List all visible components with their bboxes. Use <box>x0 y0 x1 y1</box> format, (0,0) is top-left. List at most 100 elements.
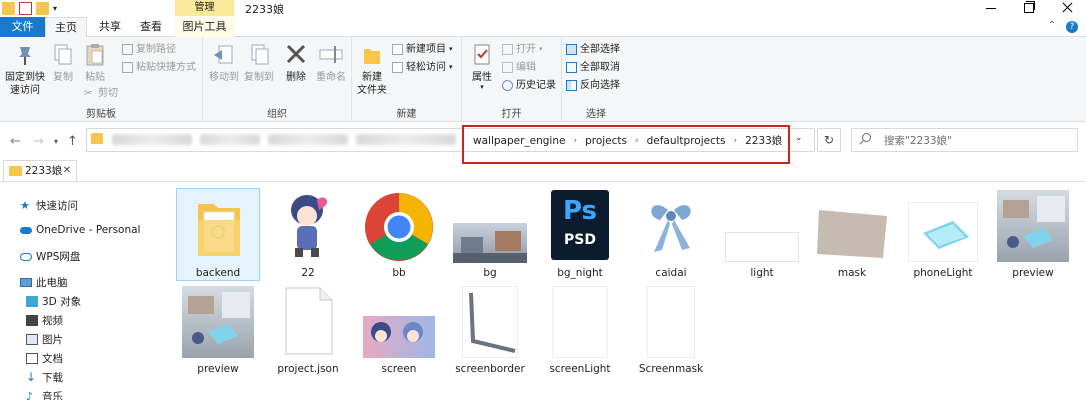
file-item-light[interactable]: light <box>719 190 805 280</box>
computer-icon <box>20 278 32 287</box>
quick-access-toolbar: ▾ <box>2 2 57 15</box>
properties-button[interactable]: 属性 ▾ <box>465 41 499 91</box>
image-thumbnail <box>815 208 889 260</box>
file-item-phonelight[interactable]: phoneLight <box>900 190 986 280</box>
help-icon[interactable]: ? <box>1066 21 1078 33</box>
back-arrow-icon[interactable]: ← <box>10 134 21 149</box>
history-icon <box>502 80 513 91</box>
rename-icon <box>317 41 345 69</box>
easy-access-button[interactable]: 轻松访问 ▾ <box>392 61 453 74</box>
ribbon-tab-bar: 文件 主页 共享 查看 图片工具 ⌃ ? <box>0 17 1086 38</box>
edit-label: 编辑 <box>516 62 536 73</box>
paste-button[interactable]: 粘贴 <box>80 41 110 84</box>
refresh-button[interactable]: ↻ <box>817 128 841 152</box>
copy-to-button[interactable]: 复制到 <box>241 41 277 84</box>
file-name: screenLight <box>549 363 611 375</box>
clipboard-group: 固定到快 速访问 复制 粘贴 复制路径 粘贴快捷方式 ✂ 剪切 剪贴板 <box>0 37 203 122</box>
tab-file[interactable]: 文件 <box>0 17 45 37</box>
delete-button[interactable]: 删除 <box>281 41 311 84</box>
cut-button[interactable]: ✂ 剪切 <box>84 87 118 100</box>
file-item-project-json[interactable]: project.json <box>265 286 351 376</box>
file-item-22[interactable]: 22 <box>265 190 351 280</box>
sidebar-item-videos[interactable]: 视频 <box>26 313 63 328</box>
sidebar-item-wps[interactable]: WPS网盘 <box>20 249 80 264</box>
file-item-backend[interactable]: backend <box>175 190 261 280</box>
cut-label: 剪切 <box>98 88 118 99</box>
video-icon <box>26 315 38 326</box>
ribbon: 固定到快 速访问 复制 粘贴 复制路径 粘贴快捷方式 ✂ 剪切 剪贴板 移动到 … <box>0 37 1086 122</box>
open-group: 属性 ▾ 打开 ▾ 编辑 历史记录 打开 <box>462 37 562 122</box>
folder-icon[interactable] <box>2 2 15 15</box>
pin-label: 固定到快 速访问 <box>5 72 45 96</box>
pin-quick-access-button[interactable]: 固定到快 速访问 <box>4 41 46 97</box>
organize-group: 移动到 复制到 删除 重命名 组织 <box>203 37 352 122</box>
tab-view[interactable]: 查看 <box>134 17 168 37</box>
tab-home[interactable]: 主页 <box>45 17 87 38</box>
file-item-screen[interactable]: screen <box>356 286 442 376</box>
chevron-down-icon[interactable]: ⌄ <box>795 133 803 143</box>
qat-dropdown-icon[interactable]: ▾ <box>53 2 57 15</box>
new-folder-icon[interactable] <box>36 2 49 15</box>
history-button[interactable]: 历史记录 <box>502 79 556 92</box>
move-to-button[interactable]: 移动到 <box>206 41 242 84</box>
properties-icon <box>468 41 496 69</box>
edit-button[interactable]: 编辑 <box>502 61 536 74</box>
sidebar-item-this-pc[interactable]: 此电脑 <box>20 275 68 290</box>
properties-icon[interactable] <box>19 2 32 15</box>
select-none-icon <box>566 62 577 73</box>
sidebar-item-3d-objects[interactable]: 3D 对象 <box>26 294 81 309</box>
copy-to-icon <box>245 41 273 69</box>
dropdown-icon: ▾ <box>539 45 543 53</box>
invert-selection-button[interactable]: 反向选择 <box>566 79 620 92</box>
recent-dropdown-icon[interactable]: ▾ <box>54 137 58 146</box>
file-item-screenmask[interactable]: Screenmask <box>628 286 714 376</box>
sidebar-item-label: 音乐 <box>42 391 63 400</box>
folder-icon <box>91 133 103 144</box>
open-button[interactable]: 打开 ▾ <box>502 43 543 56</box>
select-all-button[interactable]: 全部选择 <box>566 43 620 56</box>
new-item-button[interactable]: 新建项目 ▾ <box>392 43 453 56</box>
tab-picture-tools[interactable]: 图片工具 <box>175 17 234 37</box>
invert-selection-label: 反向选择 <box>580 80 620 91</box>
close-button[interactable] <box>1048 0 1086 16</box>
file-item-bb[interactable]: bb <box>356 190 442 280</box>
paste-shortcut-button[interactable]: 粘贴快捷方式 <box>122 61 196 74</box>
file-item-preview-2[interactable]: preview <box>175 286 261 376</box>
file-item-bg[interactable]: bg <box>447 190 533 280</box>
sidebar-item-music[interactable]: ♪ 音乐 <box>26 389 63 400</box>
minimize-ribbon-icon[interactable]: ⌃ <box>1048 20 1056 31</box>
image-thumbnail <box>453 223 527 263</box>
minimize-button[interactable] <box>972 0 1010 16</box>
up-arrow-icon[interactable]: ↑ <box>67 134 78 149</box>
restore-button[interactable] <box>1010 0 1048 16</box>
copy-button[interactable]: 复制 <box>48 41 78 84</box>
divider <box>0 181 1086 182</box>
new-item-label: 新建项目 <box>406 44 446 55</box>
sidebar-item-downloads[interactable]: ↓ 下载 <box>26 370 63 385</box>
paste-shortcut-label: 粘贴快捷方式 <box>136 62 196 73</box>
copy-path-button[interactable]: 复制路径 <box>122 43 176 56</box>
select-none-button[interactable]: 全部取消 <box>566 61 620 74</box>
sidebar-item-pictures[interactable]: 图片 <box>26 332 63 347</box>
close-tab-icon[interactable]: ✕ <box>63 161 71 181</box>
folder-tab[interactable]: 2233娘 ✕ <box>3 160 77 182</box>
file-name: screen <box>381 363 417 375</box>
sidebar-item-onedrive[interactable]: OneDrive - Personal <box>20 224 140 236</box>
rename-button[interactable]: 重命名 <box>313 41 349 84</box>
tab-share[interactable]: 共享 <box>93 17 127 37</box>
copy-label: 复制 <box>53 72 73 83</box>
file-item-bg-night[interactable]: Ps PSD bg_night <box>537 190 623 280</box>
file-item-mask[interactable]: mask <box>809 190 895 280</box>
file-item-screenlight[interactable]: screenLight <box>537 286 623 376</box>
new-folder-button[interactable]: 新建 文件夹 <box>354 41 390 97</box>
folder-icon <box>188 190 248 262</box>
invert-selection-icon <box>566 80 577 91</box>
image-thumbnail <box>552 286 608 358</box>
file-item-caidai[interactable]: caidai <box>628 190 714 280</box>
file-item-preview-1[interactable]: preview <box>990 190 1076 280</box>
file-name: bg_night <box>557 267 603 279</box>
sidebar-item-quick-access[interactable]: ★ 快速访问 <box>20 198 78 213</box>
sidebar-item-documents[interactable]: 文档 <box>26 351 63 366</box>
forward-arrow-icon[interactable]: → <box>33 134 44 149</box>
file-item-screenborder[interactable]: screenborder <box>447 286 533 376</box>
